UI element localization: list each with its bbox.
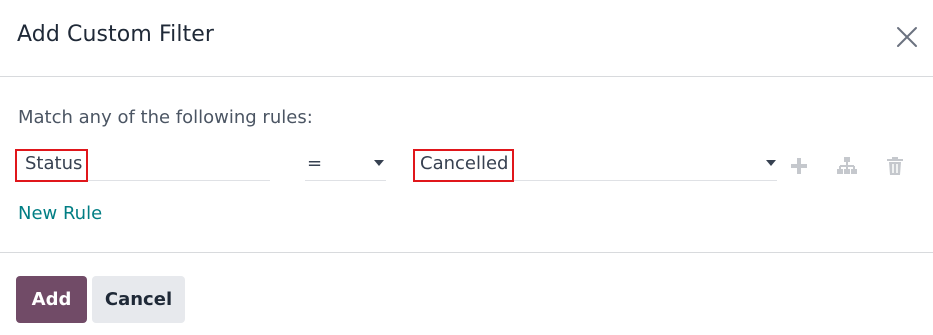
dialog-title: Add Custom Filter bbox=[17, 22, 215, 47]
rules-intro: Match any of the following rules: bbox=[18, 107, 313, 128]
new-rule-link[interactable]: New Rule bbox=[18, 203, 102, 224]
add-button[interactable]: Add bbox=[16, 276, 87, 323]
chevron-down-icon bbox=[374, 160, 384, 166]
rule-value-text: Cancelled bbox=[420, 153, 509, 174]
rule-operator-value: = bbox=[307, 153, 323, 174]
rule-value-select[interactable]: Cancelled bbox=[413, 146, 777, 182]
dialog-header: Add Custom Filter bbox=[0, 0, 933, 77]
trash-icon[interactable] bbox=[884, 155, 906, 177]
sitemap-icon[interactable] bbox=[836, 155, 858, 177]
rule-path-field[interactable]: Status bbox=[15, 146, 270, 182]
rule-path-value: Status bbox=[25, 153, 83, 174]
chevron-down-icon bbox=[766, 160, 776, 166]
rule-operator-select[interactable]: = bbox=[305, 146, 386, 181]
cancel-button[interactable]: Cancel bbox=[92, 276, 185, 323]
plus-icon[interactable] bbox=[788, 155, 810, 177]
close-icon[interactable] bbox=[893, 23, 921, 51]
